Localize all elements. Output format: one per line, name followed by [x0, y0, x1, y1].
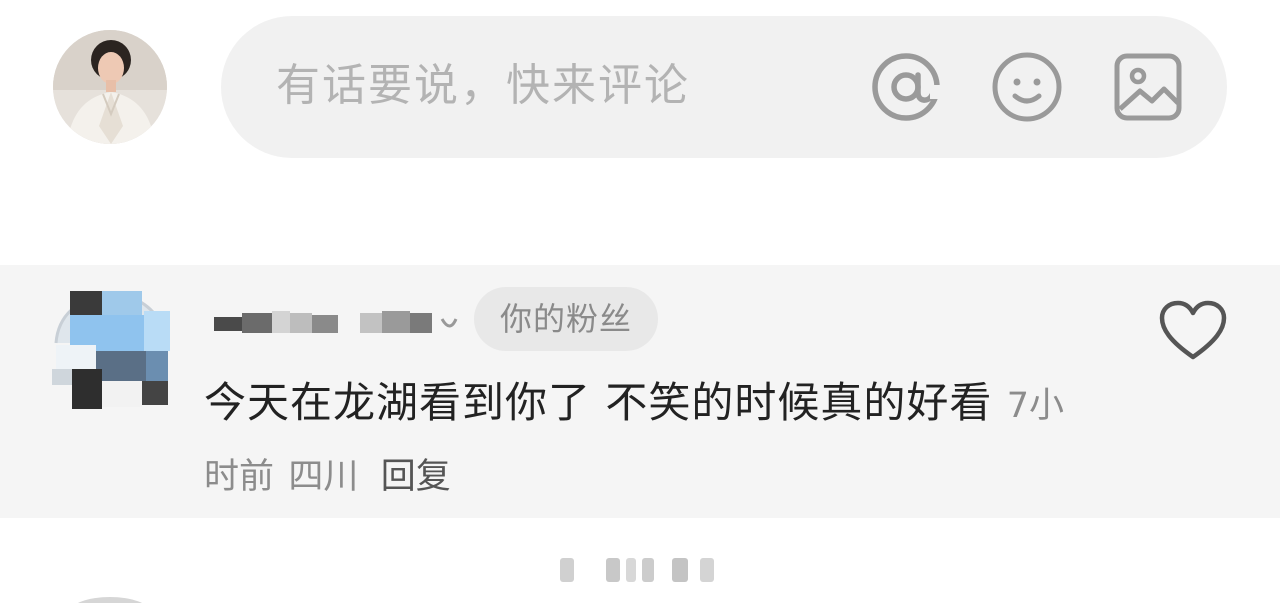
at-icon[interactable] — [870, 51, 942, 123]
comment-panel: 有话要说，快来评论 你的粉丝 今天在龙湖看到你了 不笑的时候真的好看 7小时前 … — [0, 0, 1280, 603]
comment-location: 四川 — [288, 457, 359, 497]
comment-text: 今天在龙湖看到你了 不笑的时候真的好看 — [204, 378, 993, 427]
my-avatar[interactable] — [53, 30, 167, 144]
image-icon[interactable] — [1112, 51, 1184, 123]
avatar-photo — [53, 30, 167, 144]
comment-item: 你的粉丝 今天在龙湖看到你了 不笑的时候真的好看 7小时前 四川 回复 — [0, 265, 1280, 518]
next-commenter-name-mosaic — [205, 598, 505, 603]
fan-badge: 你的粉丝 — [474, 287, 658, 351]
next-commenter-avatar[interactable] — [70, 597, 150, 603]
comment-input-placeholder: 有话要说，快来评论 — [276, 60, 690, 111]
comment-input[interactable]: 有话要说，快来评论 — [221, 16, 1227, 158]
more-replies-mosaic — [550, 554, 730, 586]
comment-body: 今天在龙湖看到你了 不笑的时候真的好看 7小时前 四川 回复 — [204, 369, 1064, 511]
heart-icon[interactable] — [1158, 299, 1228, 363]
emoji-icon[interactable] — [991, 51, 1063, 123]
reply-button[interactable]: 回复 — [381, 457, 451, 497]
commenter-name-mosaic[interactable] — [214, 311, 458, 335]
commenter-avatar[interactable] — [52, 285, 170, 411]
